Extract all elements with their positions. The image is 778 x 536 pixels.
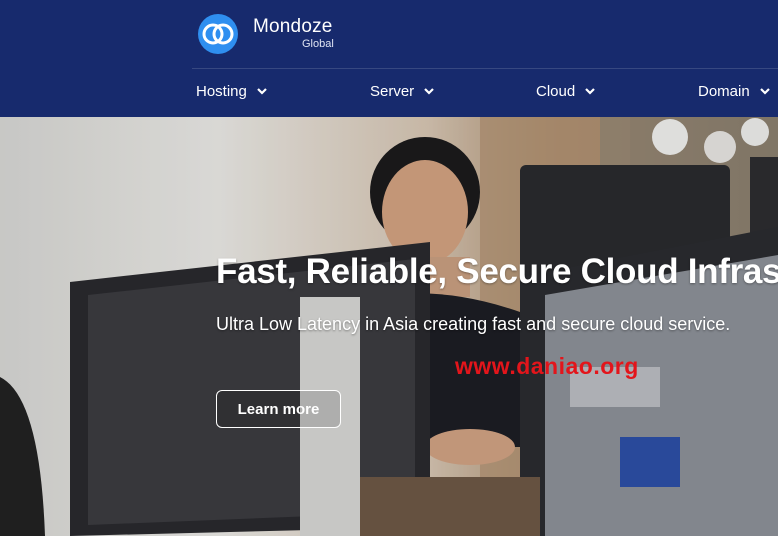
brand-logo[interactable]: Mondoze Global [197, 13, 397, 57]
nav-label: Cloud [536, 82, 576, 100]
nav-item-domain[interactable]: Domain [698, 80, 772, 102]
brand-subtitle: Global [302, 38, 334, 50]
hero-subline: Ultra Low Latency in Asia creating fast … [216, 314, 731, 334]
nav-item-server[interactable]: Server [370, 80, 436, 102]
chevron-down-icon [424, 88, 434, 95]
nav-item-cloud[interactable]: Cloud [536, 80, 597, 102]
chevron-down-icon [257, 88, 267, 95]
hero-headline: Fast, Reliable, Secure Cloud Infrastr [216, 252, 778, 291]
brand-name: Mondoze [253, 16, 333, 37]
nav-item-hosting[interactable]: Hosting [196, 80, 269, 102]
logo-icon [198, 14, 238, 54]
chevron-down-icon [759, 88, 770, 95]
nav-label: Hosting [196, 82, 247, 100]
learn-more-button[interactable]: Learn more [216, 390, 341, 428]
hero-banner: Fast, Reliable, Secure Cloud Infrastr Ul… [0, 117, 778, 536]
nav-label: Domain [698, 82, 750, 100]
chevron-down-icon [585, 88, 595, 95]
header-divider [192, 68, 778, 69]
watermark-text: www.daniao.org [455, 353, 639, 379]
site-header: Mondoze Global Hosting Server Cloud Doma… [0, 0, 778, 117]
nav-label: Server [370, 82, 415, 100]
